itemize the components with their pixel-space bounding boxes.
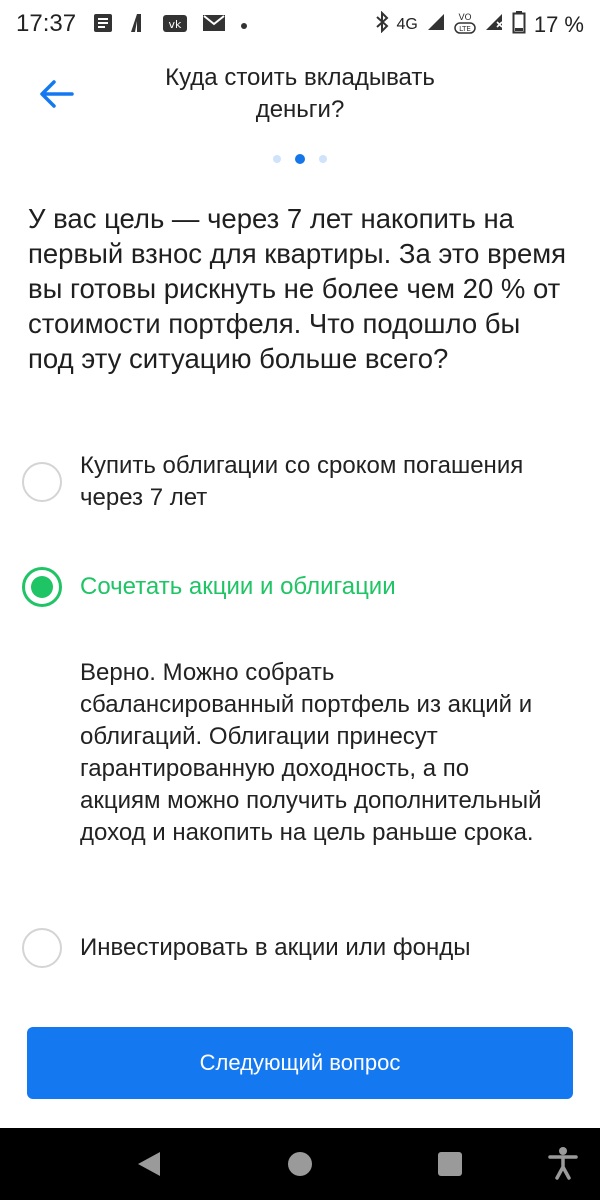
system-nav-bar (0, 1128, 600, 1200)
answer-option-2[interactable]: Сочетать акции и облигации (22, 567, 582, 607)
progress-dot (273, 155, 281, 163)
mail-icon (202, 13, 226, 38)
battery-icon (512, 10, 526, 39)
radio-button[interactable] (22, 462, 62, 502)
answer-option-3[interactable]: Инвестировать в акции или фонды (22, 928, 582, 968)
answer-option-label: Инвестировать в акции или фонды (80, 934, 471, 961)
progress-dot (319, 155, 327, 163)
accessibility-icon[interactable] (548, 1146, 578, 1185)
radio-button[interactable] (22, 928, 62, 968)
battery-level: 17 % (533, 11, 584, 37)
bluetooth-icon (375, 10, 389, 38)
dot-icon (240, 17, 248, 35)
nav-home-icon[interactable] (288, 1152, 312, 1176)
next-question-button[interactable]: Следующий вопрос (27, 1027, 573, 1099)
answer-option-label: Сочетать акции и облигации (80, 573, 396, 600)
signal-icon (484, 12, 504, 37)
nav-recents-icon[interactable] (438, 1152, 462, 1176)
answer-option-label: Купить облигации со сроком погашения чер… (80, 452, 524, 511)
network-type: 4G (396, 15, 418, 33)
signal-icon (426, 12, 446, 37)
app-l-icon (128, 12, 148, 39)
answer-option-1[interactable]: Купить облигации со сроком погашения чер… (22, 450, 582, 514)
radio-button-selected[interactable] (22, 567, 62, 607)
nav-back-icon[interactable] (136, 1150, 162, 1183)
back-button[interactable] (32, 72, 80, 120)
status-right-icons: 4G VO LTE 17 % (375, 10, 584, 39)
status-time: 17:37 (16, 10, 77, 37)
svg-text:LTE: LTE (459, 25, 471, 33)
status-bar: 17:37 vk 4G VO LTE 17 % (0, 0, 600, 48)
progress-dot-active (295, 154, 305, 164)
volte-icon: VO LTE (454, 10, 476, 39)
question-text: У вас цель — через 7 лет накопить на пер… (28, 203, 567, 374)
progress-dots (0, 154, 600, 164)
page-title: Куда стоить вкладывать деньги? (165, 64, 435, 123)
notes-icon (92, 12, 114, 39)
answer-explanation: Верно. Можно собрать сбалансированный по… (80, 659, 542, 846)
notification-icons: vk (92, 12, 248, 39)
arrow-left-icon (38, 79, 74, 114)
vk-icon: vk (162, 12, 188, 39)
svg-text:vk: vk (169, 18, 183, 31)
svg-text:VO: VO (458, 13, 471, 23)
